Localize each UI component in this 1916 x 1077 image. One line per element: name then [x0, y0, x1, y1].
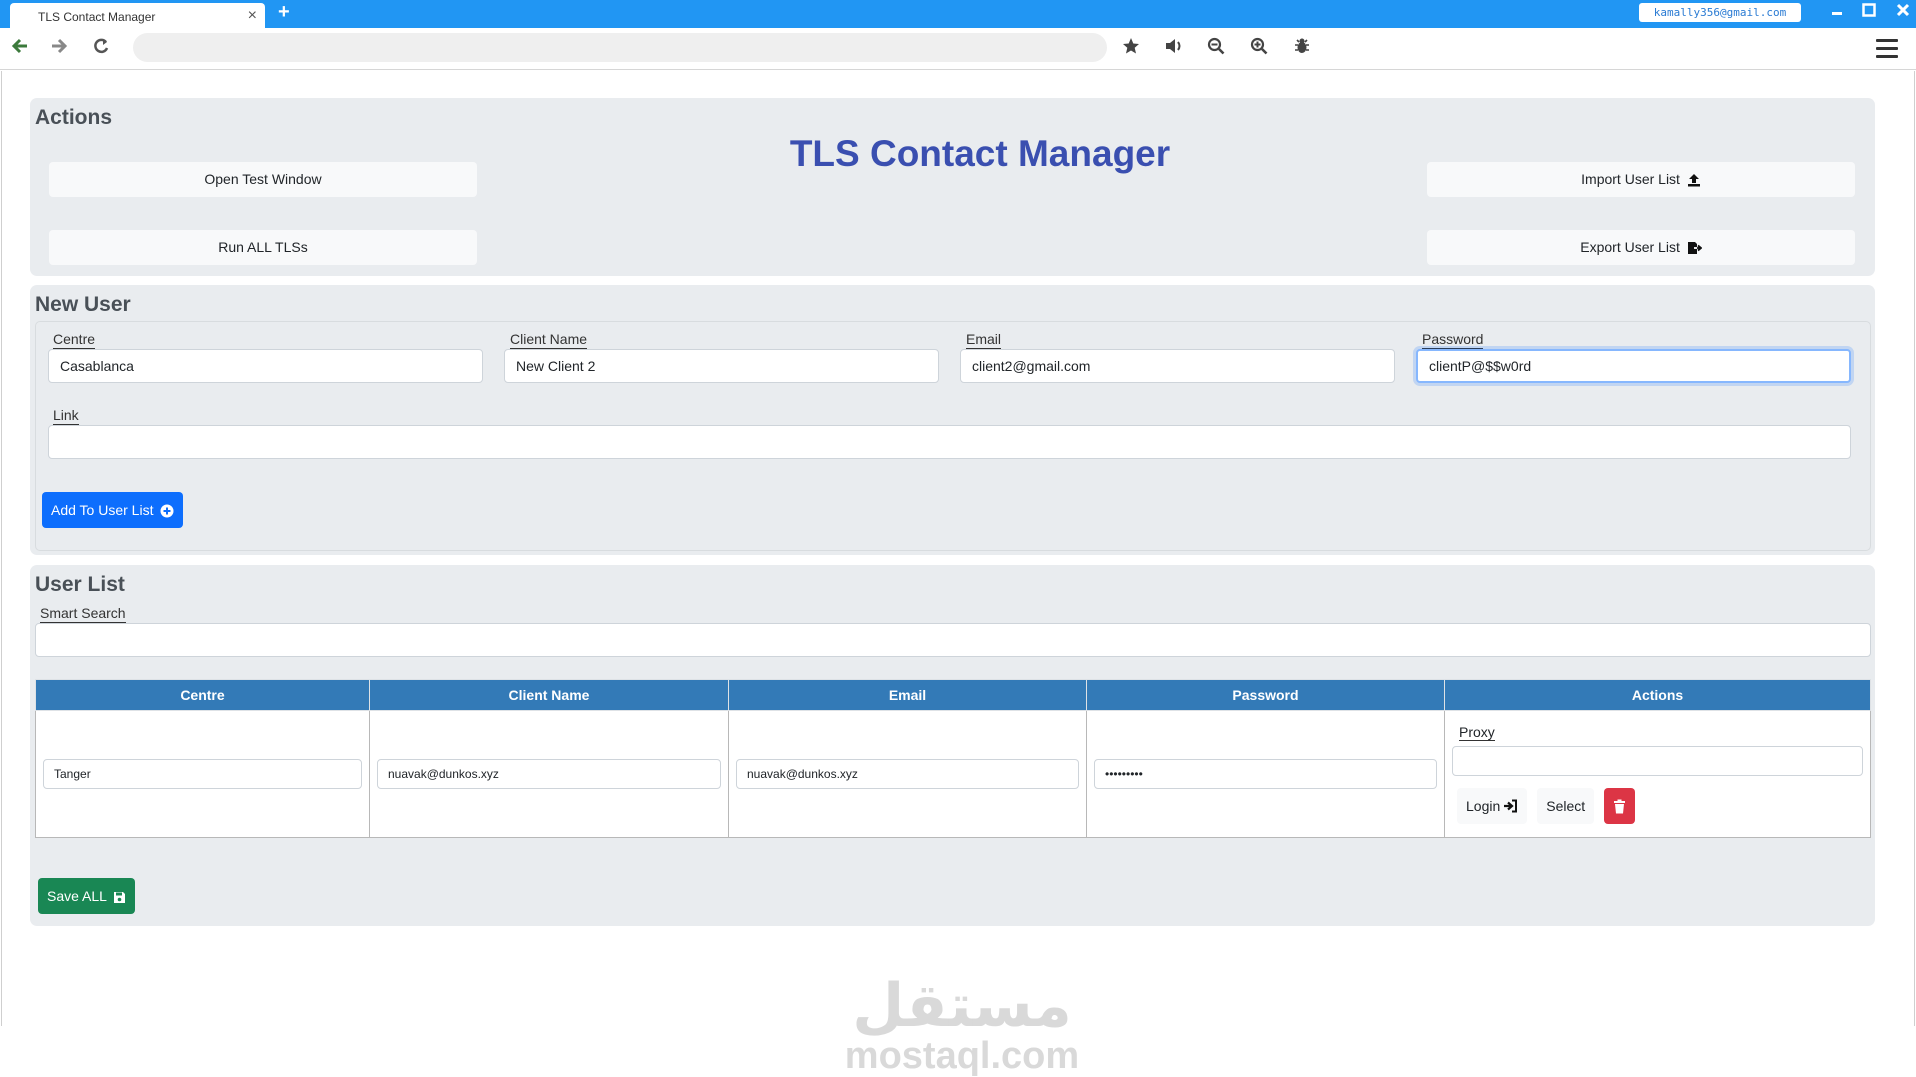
centre-input[interactable] [48, 349, 483, 383]
speaker-icon[interactable] [1161, 36, 1187, 62]
email-input[interactable] [960, 349, 1395, 383]
watermark: مستقل mostaql.com [842, 972, 1082, 1077]
actions-heading: Actions [35, 106, 113, 129]
plus-circle-icon [160, 504, 174, 518]
smart-search-input[interactable] [35, 623, 1871, 657]
zoom-out-icon[interactable] [1203, 36, 1229, 62]
new-tab-button[interactable]: + [278, 1, 290, 24]
add-to-user-list-label: Add To User List [51, 502, 154, 518]
menu-icon[interactable] [1876, 39, 1898, 63]
email-label: Email [966, 331, 1002, 349]
browser-tab[interactable]: TLS Contact Manager × [10, 3, 265, 28]
password-label: Password [1422, 331, 1484, 349]
client-name-label: Client Name [510, 331, 588, 349]
save-icon [114, 891, 126, 903]
reload-icon[interactable] [88, 36, 114, 62]
row-email-input[interactable] [736, 759, 1079, 789]
link-label: Link [53, 407, 79, 425]
run-all-tls-button[interactable]: Run ALL TLSs [49, 230, 477, 265]
client-name-input[interactable] [504, 349, 939, 383]
new-user-card: New User Centre Client Name Email Passwo… [30, 285, 1875, 555]
row-client-name-input[interactable] [377, 759, 721, 789]
tab-title: TLS Contact Manager [38, 10, 156, 24]
column-header-actions: Actions [1444, 679, 1871, 711]
select-button[interactable]: Select [1537, 788, 1595, 824]
column-header-password: Password [1086, 679, 1445, 711]
export-user-list-button[interactable]: Export User List [1427, 230, 1855, 265]
sign-in-icon [1504, 799, 1518, 813]
password-input[interactable] [1416, 349, 1851, 383]
open-test-window-button[interactable]: Open Test Window [49, 162, 477, 197]
login-button[interactable]: Login [1457, 788, 1528, 824]
page-title: TLS Contact Manager [789, 133, 1171, 174]
cell-email [728, 710, 1087, 838]
tab-close-icon[interactable]: × [248, 7, 257, 25]
import-user-list-button[interactable]: Import User List [1427, 162, 1855, 197]
bug-icon[interactable] [1289, 36, 1315, 62]
column-header-client-name: Client Name [369, 679, 729, 711]
smart-search-label: Smart Search [40, 605, 126, 623]
forward-icon[interactable] [46, 36, 72, 62]
page-content: Actions TLS Contact Manager Open Test Wi… [1, 71, 1915, 1076]
cell-password [1086, 710, 1445, 838]
new-user-heading: New User [35, 293, 131, 316]
watermark-arabic: مستقل [852, 972, 1072, 1039]
save-all-label: Save ALL [47, 888, 107, 904]
maximize-icon[interactable] [1858, 2, 1880, 22]
proxy-input[interactable] [1452, 746, 1863, 776]
select-label: Select [1546, 798, 1586, 814]
upload-icon [1687, 174, 1700, 187]
login-label: Login [1466, 798, 1501, 814]
user-list-card: User List Smart Search Centre Client Nam… [30, 565, 1875, 926]
cell-centre [35, 710, 370, 838]
back-icon[interactable] [7, 36, 33, 62]
star-icon[interactable] [1118, 36, 1144, 62]
cell-client-name [369, 710, 729, 838]
column-header-email: Email [728, 679, 1087, 711]
watermark-latin: mostaql.com [844, 1035, 1080, 1077]
url-bar[interactable] [133, 33, 1107, 62]
browser-tab-bar: TLS Contact Manager × + kamally356@gmail… [0, 0, 1916, 28]
delete-button[interactable] [1604, 788, 1636, 824]
user-list-heading: User List [35, 573, 125, 596]
table-header-row: Centre Client Name Email Password Action… [35, 679, 1871, 711]
actions-card: Actions TLS Contact Manager Open Test Wi… [30, 98, 1875, 276]
new-user-form: Centre Client Name Email Password Link A… [35, 321, 1871, 551]
zoom-in-icon[interactable] [1246, 36, 1272, 62]
centre-label: Centre [53, 331, 96, 349]
minimize-icon[interactable] [1826, 2, 1848, 22]
import-label: Import User List [1581, 171, 1680, 187]
export-icon [1687, 242, 1702, 255]
row-password-input[interactable] [1094, 759, 1437, 789]
add-to-user-list-button[interactable]: Add To User List [42, 492, 184, 528]
row-action-buttons: Login Select [1457, 788, 1863, 824]
row-centre-input[interactable] [43, 759, 362, 789]
user-table: Centre Client Name Email Password Action… [35, 679, 1871, 838]
close-window-icon[interactable] [1892, 2, 1914, 22]
table-row: Proxy Login Select [35, 710, 1871, 838]
browser-toolbar [0, 28, 1916, 70]
account-email-badge[interactable]: kamally356@gmail.com [1639, 3, 1801, 22]
export-label: Export User List [1580, 239, 1680, 255]
trash-icon [1614, 799, 1626, 813]
save-all-button[interactable]: Save ALL [38, 878, 136, 914]
proxy-label: Proxy [1459, 724, 1495, 741]
cell-actions: Proxy Login Select [1444, 710, 1871, 838]
column-header-centre: Centre [35, 679, 370, 711]
link-input[interactable] [48, 425, 1851, 459]
